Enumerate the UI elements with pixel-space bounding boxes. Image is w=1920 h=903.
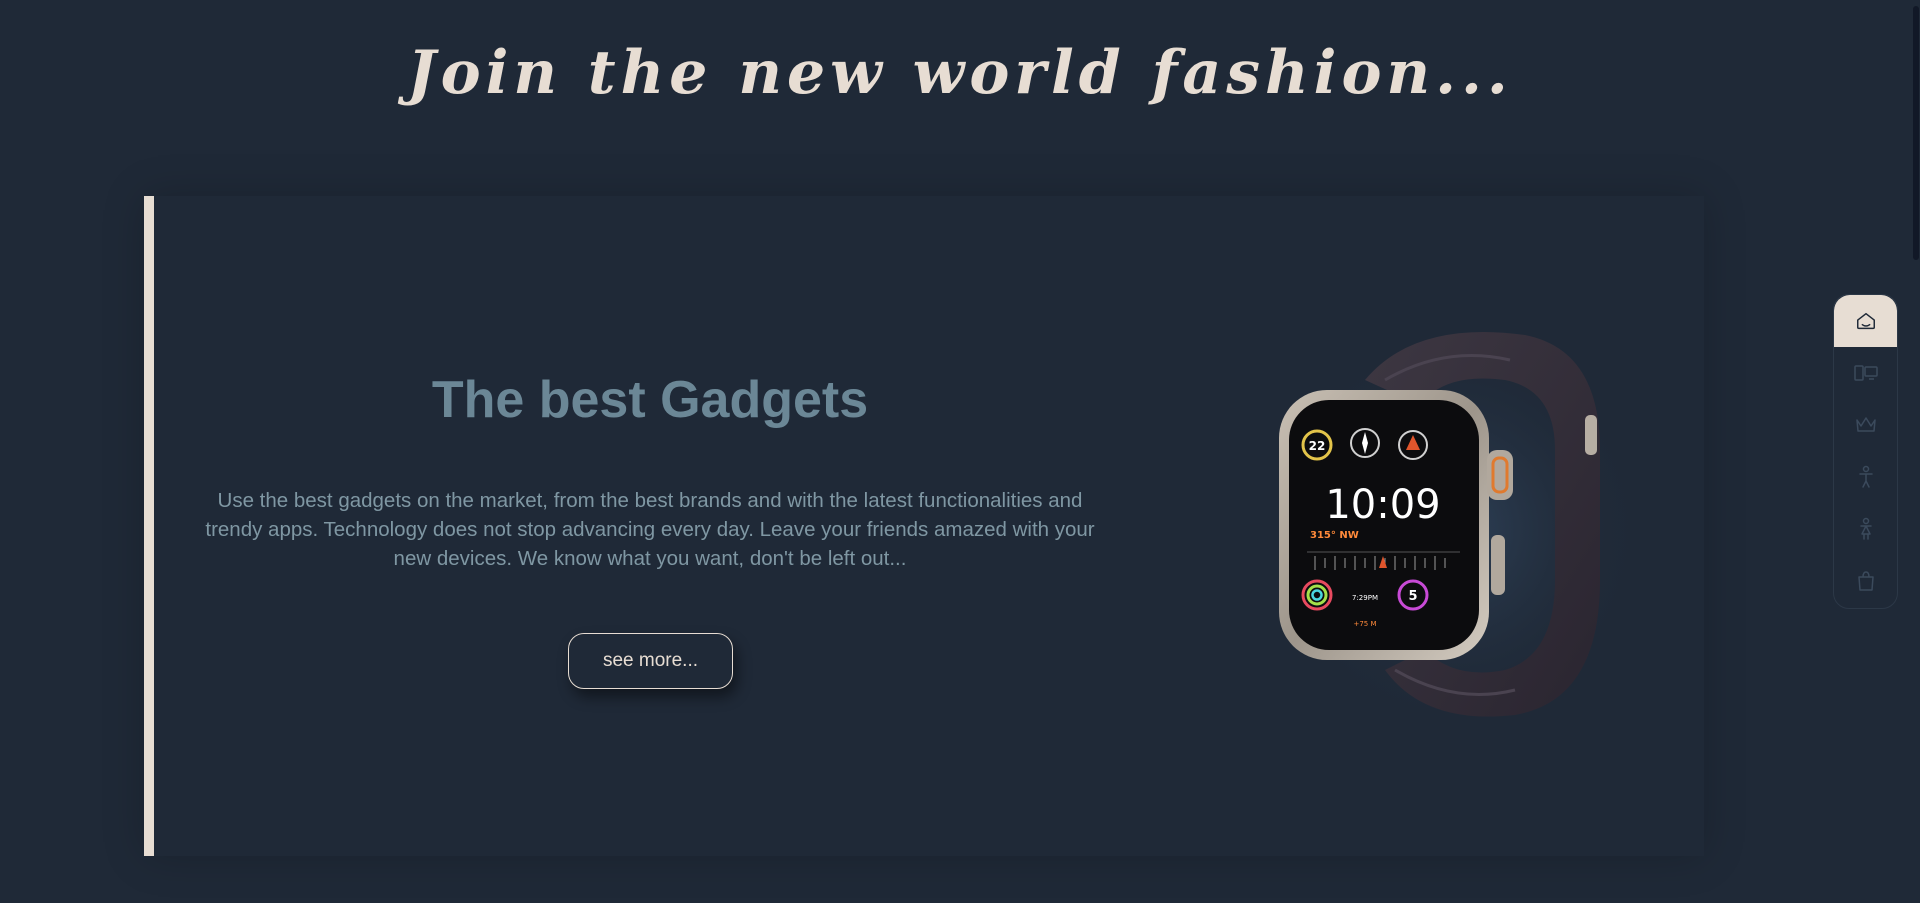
page-scrollbar[interactable] bbox=[1912, 0, 1920, 903]
watch-complication-right: 5 bbox=[1408, 589, 1417, 604]
watch-small-time: 7:29PM bbox=[1352, 594, 1378, 602]
nav-item-home[interactable] bbox=[1834, 295, 1897, 347]
man-icon bbox=[1858, 465, 1873, 488]
woman-icon bbox=[1859, 517, 1872, 540]
card-description: Use the best gadgets on the market, from… bbox=[205, 489, 1095, 570]
card-title: The best Gadgets bbox=[431, 371, 869, 429]
sidebar-nav bbox=[1833, 294, 1898, 609]
product-image-smartwatch: 22 10:09 315° NW 7:29PM 5 +75 M bbox=[1265, 330, 1635, 730]
scrollbar-thumb[interactable] bbox=[1913, 6, 1919, 260]
nav-item-man[interactable] bbox=[1834, 451, 1897, 503]
nav-item-shopping-bag[interactable] bbox=[1834, 555, 1897, 607]
watch-heading: 315° NW bbox=[1310, 530, 1359, 541]
card-accent-bar bbox=[144, 196, 154, 856]
devices-icon bbox=[1853, 365, 1878, 381]
card-text-block: The best Gadgets Use the best gadgets on… bbox=[190, 370, 1110, 573]
page-headline: Join the new world fashion... bbox=[407, 38, 1513, 108]
watch-complication-left: 22 bbox=[1309, 439, 1326, 453]
shopping-bag-icon bbox=[1857, 571, 1874, 591]
page: Join the new world fashion... The best G… bbox=[0, 0, 1920, 903]
watch-time: 10:09 bbox=[1325, 482, 1440, 528]
crown-icon bbox=[1855, 417, 1876, 432]
see-more-button[interactable]: see more... bbox=[568, 633, 733, 689]
nav-item-devices[interactable] bbox=[1834, 347, 1897, 399]
nav-item-crown[interactable] bbox=[1834, 399, 1897, 451]
home-icon bbox=[1856, 312, 1875, 330]
nav-item-woman[interactable] bbox=[1834, 503, 1897, 555]
watch-altitude: +75 M bbox=[1353, 620, 1376, 628]
